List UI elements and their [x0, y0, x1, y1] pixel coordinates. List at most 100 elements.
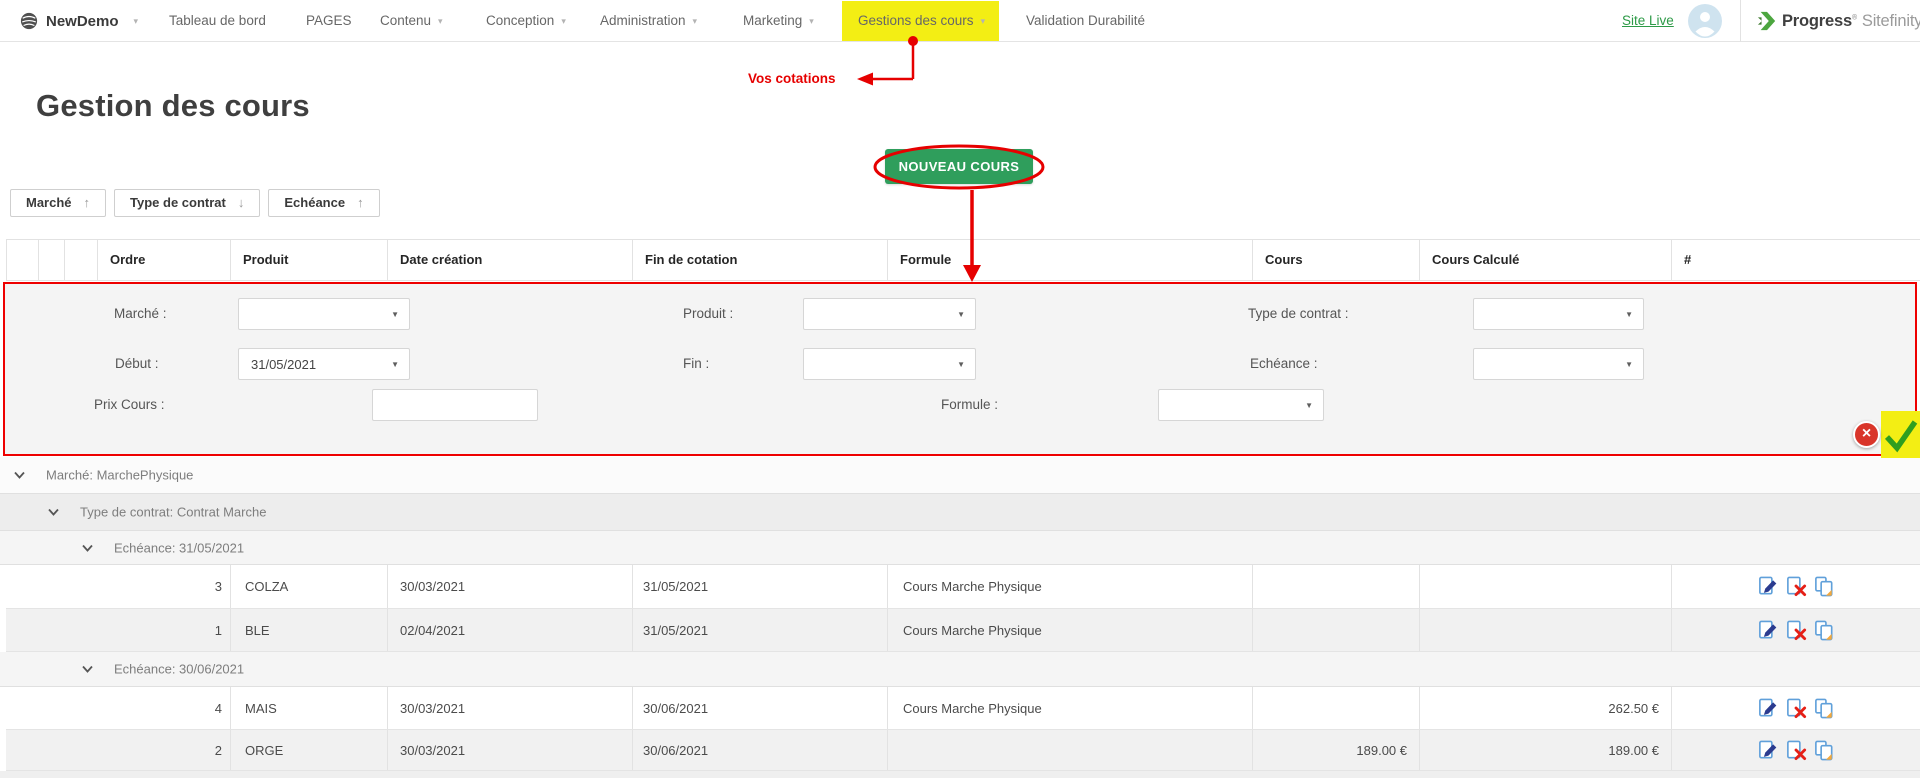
chevron-down-icon: ▾: [561, 16, 566, 26]
nav-item-gestions-des-cours[interactable]: Gestions des cours▾: [842, 1, 999, 41]
cell-ordre: 3: [97, 565, 230, 608]
cancel-x-icon: ×: [1862, 425, 1871, 442]
chevron-down-icon: ▼: [957, 360, 965, 369]
grouping-bar: Marché↑ Type de contrat↓ Echéance↑: [10, 189, 380, 217]
table-row: 1 BLE 02/04/2021 31/05/2021 Cours Marche…: [6, 609, 1920, 652]
formule-filter-dropdown[interactable]: ▼: [1158, 389, 1324, 421]
page-title: Gestion des cours: [36, 88, 310, 124]
edit-icon[interactable]: [1757, 619, 1780, 642]
group-row-echeance-2[interactable]: Echéance: 30/06/2021: [0, 652, 1920, 687]
cell-cours: [1252, 687, 1419, 729]
dropdown-value: 31/05/2021: [251, 357, 316, 372]
column-header-fin-de-cotation[interactable]: Fin de cotation: [632, 240, 887, 280]
column-header-date-creation[interactable]: Date création: [387, 240, 632, 280]
debut-filter-label: Début :: [115, 348, 159, 380]
group-row-marche[interactable]: Marché: MarchePhysique: [0, 457, 1920, 494]
nav-item-administration[interactable]: Administration▾: [600, 0, 697, 42]
cell-cours-calcule: 189.00 €: [1419, 730, 1671, 770]
table-row: 4 MAIS 30/03/2021 30/06/2021 Cours March…: [6, 687, 1920, 730]
site-name: NewDemo: [46, 13, 119, 30]
edit-icon[interactable]: [1757, 697, 1780, 720]
column-header-cours-calcule[interactable]: Cours Calculé: [1419, 240, 1671, 280]
chevron-down-icon: ▼: [1625, 360, 1633, 369]
cell-date-creation: 30/03/2021: [387, 730, 632, 770]
sort-desc-icon: ↓: [238, 195, 245, 210]
cell-formule: [887, 730, 1252, 770]
group-indent-cell: [64, 240, 97, 280]
table-row: 2 ORGE 30/03/2021 30/06/2021 189.00 € 18…: [6, 730, 1920, 771]
nav-item-validation-durabilite[interactable]: Validation Durabilité: [1026, 0, 1145, 42]
edit-icon[interactable]: [1757, 739, 1780, 762]
nav-divider: [1740, 0, 1741, 42]
chevron-down-icon: ▼: [1625, 310, 1633, 319]
nav-item-pages[interactable]: PAGES: [306, 0, 352, 42]
produit-filter-dropdown[interactable]: ▼: [803, 298, 976, 330]
site-selector[interactable]: NewDemo ▾: [20, 0, 138, 42]
echeance-filter-dropdown[interactable]: ▼: [1473, 348, 1644, 380]
cell-fin-cotation: 31/05/2021: [632, 609, 887, 651]
copy-icon[interactable]: [1813, 619, 1836, 642]
filter-apply-button[interactable]: [1881, 411, 1920, 458]
chevron-down-icon[interactable]: [48, 508, 59, 516]
site-live-link[interactable]: Site Live: [1622, 0, 1674, 42]
cell-cours: 189.00 €: [1252, 730, 1419, 770]
edit-icon[interactable]: [1757, 575, 1780, 598]
column-header-cours[interactable]: Cours: [1252, 240, 1419, 280]
nav-item-tableau-de-bord[interactable]: Tableau de bord: [169, 0, 266, 42]
filter-cancel-button[interactable]: ×: [1853, 421, 1880, 448]
cell-fin-cotation: 30/06/2021: [632, 730, 887, 770]
delete-icon[interactable]: [1785, 619, 1808, 642]
brand-product: Sitefinity™: [1862, 12, 1920, 31]
group-row-echeance-1[interactable]: Echéance: 31/05/2021: [0, 531, 1920, 565]
column-header-actions[interactable]: #: [1671, 240, 1920, 280]
cell-date-creation: 02/04/2021: [387, 609, 632, 651]
copy-icon[interactable]: [1813, 575, 1836, 598]
column-header-ordre[interactable]: Ordre: [97, 240, 230, 280]
chevron-down-icon: ▼: [957, 310, 965, 319]
fin-filter-dropdown[interactable]: ▼: [803, 348, 976, 380]
group-chip-type-de-contrat[interactable]: Type de contrat↓: [114, 189, 260, 217]
chevron-down-icon[interactable]: [14, 471, 25, 479]
brand-name: Progress®: [1782, 12, 1857, 31]
annotation-arrowhead-left: [857, 73, 873, 86]
chevron-down-icon[interactable]: [82, 544, 93, 552]
delete-icon[interactable]: [1785, 697, 1808, 720]
cell-formule: Cours Marche Physique: [887, 687, 1252, 729]
delete-icon[interactable]: [1785, 739, 1808, 762]
prix-cours-input[interactable]: [372, 389, 538, 421]
progress-chevron-icon: [1757, 11, 1777, 31]
echeance-filter-label: Echéance :: [1250, 348, 1318, 380]
marche-filter-label: Marché :: [114, 298, 167, 330]
chevron-down-icon: ▾: [438, 16, 443, 26]
sort-asc-icon: ↑: [84, 195, 91, 210]
chevron-down-icon: ▼: [1305, 401, 1313, 410]
group-chip-marche[interactable]: Marché↑: [10, 189, 106, 217]
nav-item-marketing[interactable]: Marketing▾: [743, 0, 814, 42]
column-header-formule[interactable]: Formule: [887, 240, 1252, 280]
globe-icon: [20, 12, 38, 30]
copy-icon[interactable]: [1813, 739, 1836, 762]
group-chip-echeance[interactable]: Echéance↑: [268, 189, 379, 217]
delete-icon[interactable]: [1785, 575, 1808, 598]
produit-filter-label: Produit :: [683, 298, 733, 330]
copy-icon[interactable]: [1813, 697, 1836, 720]
debut-filter-dropdown[interactable]: 31/05/2021 ▼: [238, 348, 410, 380]
group-row-type-contrat[interactable]: Type de contrat: Contrat Marche: [0, 494, 1920, 531]
table-body: Marché: MarchePhysique Type de contrat: …: [0, 457, 1920, 778]
next-row-partial: [0, 771, 1920, 778]
marche-filter-dropdown[interactable]: ▼: [238, 298, 410, 330]
type-contrat-filter-dropdown[interactable]: ▼: [1473, 298, 1644, 330]
nav-item-conception[interactable]: Conception▾: [486, 0, 566, 42]
chevron-down-icon[interactable]: [82, 665, 93, 673]
group-indent-cell: [38, 240, 64, 280]
cell-actions: [1671, 609, 1920, 651]
cell-actions: [1671, 687, 1920, 729]
chevron-down-icon: ▾: [981, 16, 986, 26]
user-avatar[interactable]: [1688, 4, 1722, 38]
nouveau-cours-button[interactable]: NOUVEAU COURS: [885, 149, 1033, 184]
column-header-produit[interactable]: Produit: [230, 240, 387, 280]
cell-actions: [1671, 565, 1920, 608]
cell-cours: [1252, 609, 1419, 651]
nav-item-contenu[interactable]: Contenu▾: [380, 0, 443, 42]
check-icon: [1883, 417, 1919, 453]
